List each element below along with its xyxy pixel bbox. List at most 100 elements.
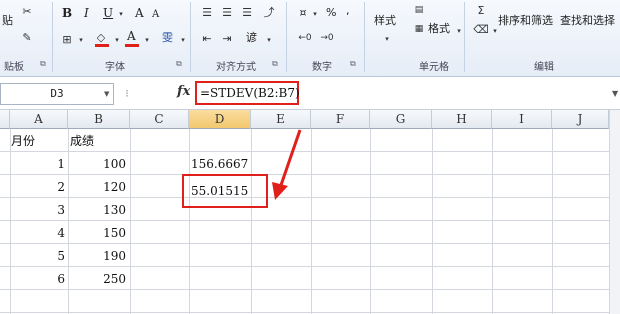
fill-color-dropdown-icon[interactable]: ▾: [110, 33, 124, 47]
cell-a7[interactable]: 6: [10, 268, 65, 290]
cell-b1[interactable]: 成绩: [70, 130, 94, 152]
currency-dropdown-icon[interactable]: ▾: [308, 7, 322, 21]
expand-formula-bar-icon[interactable]: ▼: [612, 89, 618, 98]
merge-dropdown-icon[interactable]: ▾: [262, 33, 276, 47]
underline-button[interactable]: U: [103, 6, 113, 20]
column-header-j[interactable]: J: [552, 110, 609, 129]
percent-button[interactable]: %: [326, 6, 336, 20]
wrap-text-button[interactable]: 谚: [246, 31, 257, 45]
decrease-decimal-icon[interactable]: →0: [320, 31, 334, 45]
insert-function-icon[interactable]: fx: [177, 84, 190, 99]
editing-group-label: 编辑: [534, 62, 554, 73]
formula-bar-handle-icon[interactable]: ⁝: [120, 86, 134, 100]
grow-font-button[interactable]: A: [135, 6, 144, 20]
column-header-c[interactable]: C: [130, 110, 189, 129]
column-header-h[interactable]: H: [432, 110, 492, 129]
align-bottom-icon[interactable]: ☰: [240, 5, 254, 19]
font-group-label: 字体: [105, 62, 125, 73]
alignment-launcher-icon[interactable]: ⧉: [272, 59, 278, 69]
formula-input-area[interactable]: [304, 83, 614, 103]
phonetic-dropdown-icon[interactable]: ▾: [176, 33, 190, 47]
gridline: [189, 129, 190, 314]
cell-b7[interactable]: 250: [68, 268, 126, 290]
gridline: [370, 129, 371, 314]
border-dropdown-icon[interactable]: ▾: [74, 33, 88, 47]
cell-a6[interactable]: 5: [10, 245, 65, 267]
gridline: [251, 129, 252, 314]
border-icon[interactable]: ⊞: [60, 32, 74, 46]
gridline: [432, 129, 433, 314]
decrease-indent-icon[interactable]: ⇤: [200, 31, 214, 45]
result-highlight-box: [182, 174, 268, 208]
vertical-scrollbar[interactable]: [609, 110, 620, 314]
styles-dropdown-icon[interactable]: ▾: [380, 32, 394, 46]
column-header-a[interactable]: A: [10, 110, 68, 129]
increase-decimal-icon[interactable]: ←0: [298, 31, 312, 45]
select-all-button[interactable]: [0, 110, 10, 129]
column-header-d[interactable]: D: [189, 110, 251, 129]
clipboard-group-label: 贴板: [4, 62, 24, 73]
fill-color-bar: [95, 44, 109, 47]
find-select-button[interactable]: 查找和选择: [560, 14, 615, 28]
underline-dropdown-icon[interactable]: ▾: [114, 7, 128, 21]
group-separator: [364, 2, 365, 72]
cells-group-label: 单元格: [419, 62, 449, 73]
cell-styles-button[interactable]: 样式: [374, 14, 396, 28]
align-top-icon[interactable]: ☰: [200, 5, 214, 19]
bold-button[interactable]: B: [62, 6, 72, 20]
insert-cells-icon[interactable]: ▤: [412, 3, 426, 17]
group-separator: [190, 2, 191, 72]
gridline: [0, 312, 620, 313]
cell-a4[interactable]: 3: [10, 199, 65, 221]
number-group-label: 数字: [312, 62, 332, 73]
align-middle-icon[interactable]: ☰: [220, 5, 234, 19]
fill-color-icon[interactable]: ◇: [94, 30, 108, 44]
font-color-button[interactable]: A: [127, 29, 136, 43]
comma-button[interactable]: ,: [346, 4, 350, 18]
sort-filter-button[interactable]: 排序和筛选: [498, 14, 553, 28]
name-box[interactable]: D3: [0, 83, 114, 105]
format-button[interactable]: 格式: [428, 22, 450, 36]
format-cells-icon[interactable]: ▦: [412, 22, 426, 36]
gridline: [552, 129, 553, 314]
phonetic-button[interactable]: 雯: [162, 31, 173, 45]
name-box-dropdown-icon[interactable]: ▼: [104, 90, 109, 98]
cell-a1[interactable]: 月份: [11, 130, 35, 152]
cell-a5[interactable]: 4: [10, 222, 65, 244]
autosum-icon[interactable]: Σ: [474, 3, 488, 17]
column-header-g[interactable]: G: [370, 110, 432, 129]
group-separator: [52, 2, 53, 72]
worksheet-grid[interactable]: A B C D E F G H I J 月份 成绩 1 100 156.6667…: [0, 110, 620, 314]
increase-indent-icon[interactable]: ⇥: [220, 31, 234, 45]
cell-a3[interactable]: 2: [10, 176, 65, 198]
formula-input[interactable]: =STDEV(B2:B7): [200, 86, 300, 100]
column-header-f[interactable]: F: [311, 110, 370, 129]
cell-d2[interactable]: 156.6667: [191, 153, 248, 175]
cell-b5[interactable]: 150: [68, 222, 126, 244]
format-painter-icon[interactable]: ✎: [20, 30, 34, 44]
font-color-dropdown-icon[interactable]: ▾: [140, 33, 154, 47]
column-header-i[interactable]: I: [492, 110, 552, 129]
cell-b2[interactable]: 100: [68, 153, 126, 175]
group-separator: [286, 2, 287, 72]
orientation-icon[interactable]: ⤴: [262, 5, 276, 19]
clear-icon[interactable]: ⌫: [473, 22, 489, 36]
shrink-font-button[interactable]: A: [152, 8, 159, 22]
italic-button[interactable]: I: [84, 6, 89, 20]
cell-a2[interactable]: 1: [10, 153, 65, 175]
cell-b3[interactable]: 120: [68, 176, 126, 198]
clipboard-launcher-icon[interactable]: ⧉: [40, 59, 46, 69]
ribbon: ✂ 贴 ✎ 贴板 ⧉ B I U ▾ A A ⊞ ▾ ◇ ▾ A ▾ 雯 ▾ 字…: [0, 0, 620, 77]
cell-b6[interactable]: 190: [68, 245, 126, 267]
column-header-e[interactable]: E: [251, 110, 311, 129]
gridline: [130, 129, 131, 314]
font-launcher-icon[interactable]: ⧉: [176, 59, 182, 69]
group-separator: [464, 2, 465, 72]
gridline: [311, 129, 312, 314]
alignment-group-label: 对齐方式: [216, 62, 256, 73]
cell-b4[interactable]: 130: [68, 199, 126, 221]
cut-icon[interactable]: ✂: [20, 4, 34, 18]
paste-button[interactable]: 贴: [2, 14, 13, 28]
number-launcher-icon[interactable]: ⧉: [350, 59, 356, 69]
column-header-b[interactable]: B: [68, 110, 130, 129]
